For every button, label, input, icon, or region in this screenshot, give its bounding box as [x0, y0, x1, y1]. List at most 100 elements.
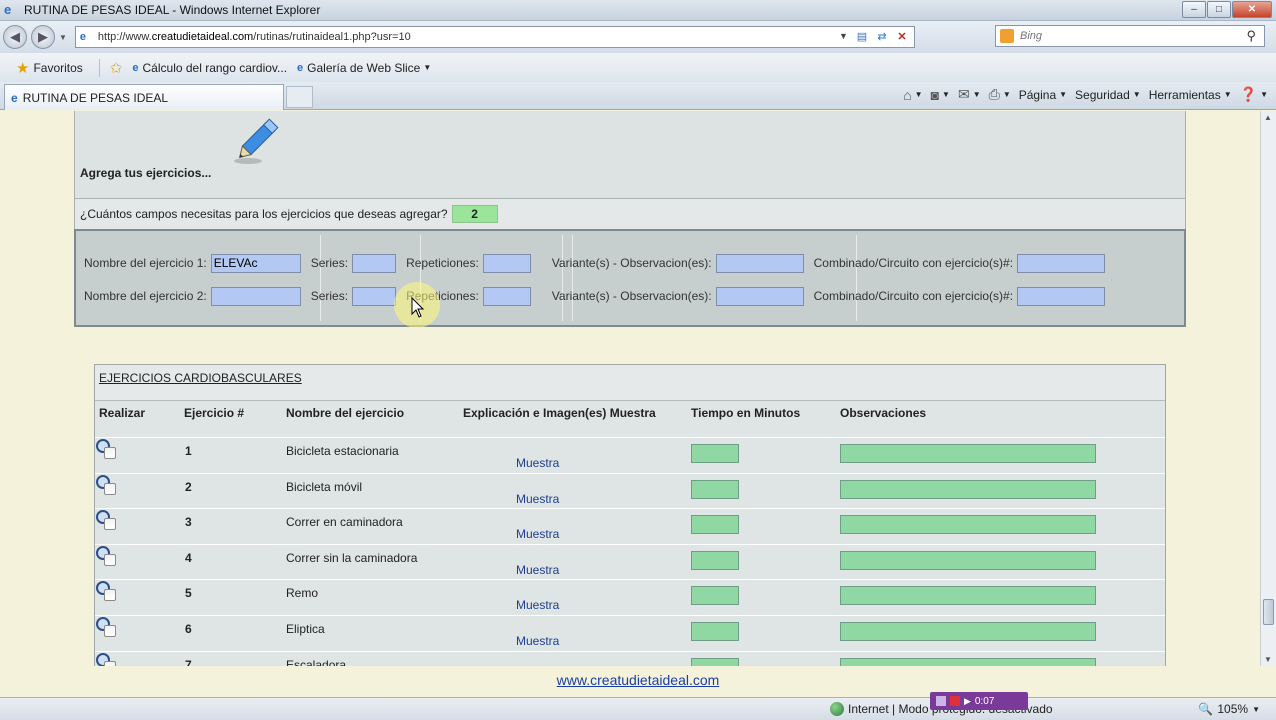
new-tab-button[interactable] [286, 86, 313, 108]
combined-input[interactable] [1017, 253, 1106, 273]
reps-input[interactable] [482, 286, 531, 306]
scroll-thumb[interactable] [1263, 599, 1274, 625]
observaciones-input[interactable] [840, 515, 1096, 535]
cardio-table-header: Realizar Ejercicio # Nombre del ejercici… [95, 401, 1165, 437]
close-button[interactable]: ✕ [1232, 1, 1272, 18]
exercise-name-input[interactable] [210, 286, 301, 306]
footer-site-link[interactable]: www.creatudietaideal.com [557, 672, 720, 688]
scroll-up-icon[interactable]: ▲ [1264, 113, 1272, 122]
history-dropdown-icon[interactable]: ▼ [59, 33, 67, 42]
record-icon[interactable] [950, 696, 960, 706]
header-nombre: Nombre del ejercicio [286, 406, 405, 420]
forward-button[interactable]: ▶ [31, 25, 55, 49]
maximize-button[interactable]: □ [1207, 1, 1231, 18]
search-box[interactable]: ⚲ [995, 25, 1265, 47]
column-divider [572, 235, 573, 321]
muestra-link[interactable]: Muestra [516, 527, 559, 541]
realizar-checkbox[interactable] [104, 447, 116, 459]
exercise-number: 1 [185, 444, 192, 458]
observaciones-input[interactable] [840, 550, 1096, 570]
scroll-down-icon[interactable]: ▼ [1264, 655, 1272, 664]
url-dropdown-icon[interactable]: ▼ [839, 31, 848, 41]
favorites-button[interactable]: ★ Favoritos [16, 59, 83, 77]
observaciones-input[interactable] [840, 622, 1096, 641]
observaciones-input[interactable] [840, 444, 1096, 463]
tiempo-input[interactable] [691, 657, 739, 666]
variant-input[interactable] [715, 286, 804, 306]
ie-page-icon: e [132, 61, 139, 74]
exercise-number: 7 [185, 657, 192, 666]
security-menu-label: Seguridad [1075, 87, 1130, 102]
security-menu[interactable]: Seguridad ▼ [1075, 88, 1141, 102]
exercise-field-row: Nombre del ejercicio 2: Series: Repetici… [84, 284, 1180, 308]
realizar-checkbox[interactable] [104, 625, 116, 637]
tiempo-input[interactable] [691, 479, 739, 499]
compatibility-view-icon[interactable]: ▤ [854, 30, 870, 44]
tools-menu-label: Herramientas [1148, 87, 1221, 102]
exercise-name-input[interactable] [210, 253, 301, 273]
search-icon[interactable]: ⚲ [1246, 28, 1256, 44]
mail-icon: ✉ [957, 86, 970, 102]
tiempo-input[interactable] [691, 444, 739, 463]
field-count-input[interactable]: 2 [451, 205, 498, 223]
realizar-checkbox[interactable] [104, 553, 116, 566]
minimize-button[interactable]: – [1182, 1, 1206, 18]
exercise-number: 2 [185, 479, 192, 494]
add-favorite-icon: ✩ [109, 59, 123, 77]
help-button[interactable]: ❓ ▼ [1240, 86, 1268, 103]
observaciones-input[interactable] [840, 479, 1096, 499]
tiempo-input[interactable] [691, 622, 739, 641]
realizar-checkbox[interactable] [104, 589, 116, 602]
feeds-button[interactable]: ◙ ▼ [931, 87, 950, 103]
home-button[interactable]: ⌂ ▼ [903, 87, 922, 103]
screen-recorder-widget[interactable]: ▶ 0:07 [930, 692, 1028, 710]
stop-icon[interactable]: ✕ [894, 30, 910, 44]
muestra-link[interactable]: Muestra [516, 563, 559, 577]
tiempo-input[interactable] [691, 586, 739, 606]
play-icon[interactable]: ▶ [964, 696, 971, 707]
column-divider [856, 235, 857, 321]
muestra-link[interactable]: Muestra [516, 456, 559, 470]
exercise-name: Bicicleta estacionaria [286, 444, 399, 458]
table-row: 7EscaladoraMuestra [95, 650, 1165, 666]
refresh-icon[interactable]: ⇄ [874, 30, 890, 44]
exercise-number: 6 [185, 622, 192, 636]
tools-menu[interactable]: Herramientas ▼ [1149, 88, 1232, 102]
add-favorite-button[interactable]: ✩ [110, 59, 123, 77]
tiempo-input[interactable] [691, 550, 739, 570]
header-explicacion: Explicación e Imagen(es) Muestra [463, 406, 656, 420]
cardio-exercises-table: EJERCICIOS CARDIOBASCULARES Realizar Eje… [94, 364, 1166, 666]
combined-input[interactable] [1017, 286, 1106, 306]
series-input[interactable] [352, 286, 397, 306]
tab-rutina[interactable]: e RUTINA DE PESAS IDEAL [4, 84, 284, 110]
page-menu[interactable]: Página ▼ [1019, 88, 1067, 102]
print-button[interactable]: ⎙ ▼ [989, 86, 1011, 103]
table-row: 4 Correr sin la caminadora Muestra [95, 543, 1165, 580]
pause-icon[interactable] [936, 696, 946, 706]
back-button[interactable]: ◀ [3, 25, 27, 49]
muestra-link[interactable]: Muestra [516, 598, 559, 612]
zoom-control[interactable]: 🔍 105% ▼ [1198, 702, 1260, 716]
observaciones-input[interactable] [840, 586, 1096, 606]
favorite-item-web-slice[interactable]: e Galería de Web Slice ▼ [297, 61, 431, 75]
realizar-checkbox[interactable] [104, 482, 116, 495]
vertical-scrollbar[interactable]: ▲ ▼ [1260, 111, 1276, 666]
exercise-name: Escaladora [286, 657, 347, 666]
search-input[interactable] [1020, 30, 1230, 42]
favorite-item-calculo[interactable]: e Cálculo del rango cardiov... [132, 61, 287, 75]
realizar-checkbox[interactable] [104, 518, 116, 531]
bing-icon [1000, 29, 1014, 43]
favorite-label: Cálculo del rango cardiov... [142, 60, 288, 75]
muestra-link[interactable]: Muestra [516, 634, 559, 648]
mail-button[interactable]: ✉ ▼ [958, 86, 981, 103]
url-text[interactable]: http://www.creatudietaideal.com/rutinas/… [98, 31, 411, 43]
series-input[interactable] [352, 253, 397, 273]
address-bar[interactable]: e http://www.creatudietaideal.com/rutina… [74, 26, 915, 48]
tiempo-input[interactable] [691, 515, 739, 535]
reps-input[interactable] [482, 253, 531, 273]
exercise-name: Bicicleta móvil [286, 479, 363, 494]
variant-input[interactable] [715, 253, 804, 273]
muestra-link[interactable]: Muestra [516, 492, 559, 506]
ie-page-icon: e [11, 90, 18, 105]
observaciones-input[interactable] [840, 657, 1096, 666]
